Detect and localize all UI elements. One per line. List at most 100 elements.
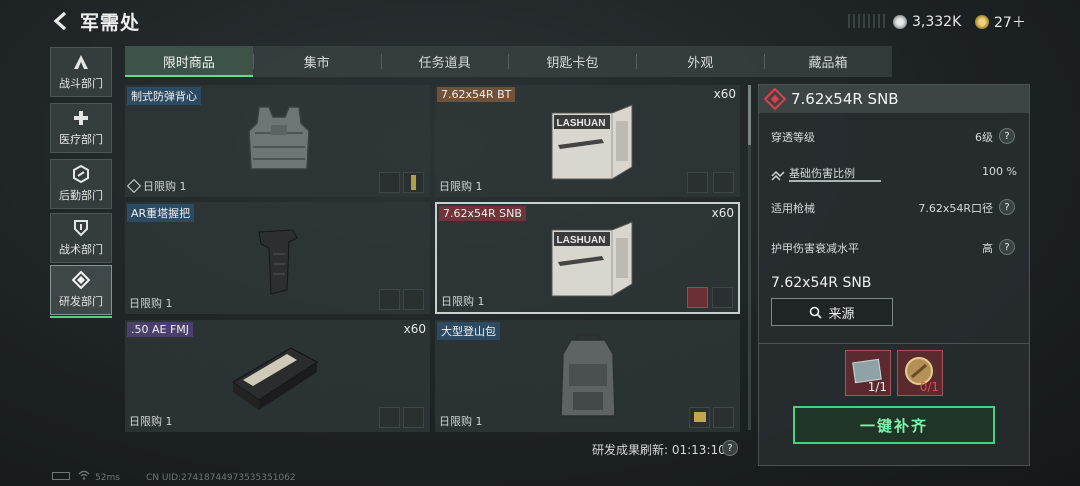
nav-combat[interactable]: 战斗部门: [50, 47, 112, 97]
required-material-2[interactable]: 0/1: [897, 350, 943, 396]
backpack-icon: [560, 334, 616, 417]
material-slot[interactable]: [379, 172, 400, 193]
ammo-box-icon: LASHUAN: [551, 221, 633, 297]
damage-bar: [789, 180, 881, 182]
item-quantity: x60: [711, 206, 734, 220]
logistics-icon: [73, 165, 89, 183]
page-title: 军需处: [80, 12, 141, 34]
help-icon[interactable]: ?: [999, 239, 1015, 255]
item-card-50ae[interactable]: .50 AE FMJ x60 日限购 1: [125, 320, 430, 432]
item-quantity: x60: [713, 87, 736, 101]
daily-limit-text: 日限购 1: [439, 415, 483, 428]
stat-label: 基础伤害比例: [789, 167, 855, 180]
nav-tactical[interactable]: 战术部门: [50, 213, 112, 263]
decor-stripes: [848, 14, 888, 28]
item-name: 7.62x54R BT: [437, 87, 516, 102]
material-slot[interactable]: [687, 172, 708, 193]
coin-icon: [893, 15, 907, 29]
material-slot[interactable]: [403, 407, 424, 428]
combat-icon: [74, 55, 88, 69]
tab-quest-items[interactable]: 任务道具: [380, 46, 509, 77]
tab-collection-box[interactable]: 藏品箱: [764, 46, 892, 77]
grid-scrollbar[interactable]: [748, 85, 751, 430]
material-slot[interactable]: [689, 407, 710, 428]
ping-text: 52ms: [95, 473, 120, 483]
battery-icon: [52, 472, 70, 483]
material-slot[interactable]: [403, 289, 424, 310]
item-card-762-snb[interactable]: 7.62x54R SNB x60 LASHUAN 日限购 1: [435, 202, 740, 314]
uid-text: CN UID:274187449735353510​62: [146, 473, 296, 483]
stat-value: 6级: [975, 131, 993, 144]
item-detail-panel: 7.62x54R SNB 穿透等级 6级 ? 基础伤害比例 100 % 适用枪械…: [758, 84, 1030, 466]
ammo-box-icon: [232, 347, 318, 410]
nav-logistics[interactable]: 后勤部门: [50, 159, 112, 209]
tab-keycards[interactable]: 钥匙卡包: [508, 46, 636, 77]
material-count: 1/1: [867, 380, 887, 394]
box-brand: LASHUAN: [557, 118, 606, 129]
no-trade-icon: [126, 178, 142, 194]
currency-tokens[interactable]: 27＋: [975, 12, 1026, 32]
material-slot[interactable]: [403, 172, 424, 193]
stat-value: 7.62x54R口径: [918, 202, 993, 215]
currency-coins-value: 3,332K: [912, 14, 962, 30]
help-icon[interactable]: ?: [722, 440, 738, 456]
nav-label: 战术部门: [59, 243, 103, 256]
stat-value: 高: [982, 242, 993, 255]
item-name: 大型登山包: [437, 322, 500, 340]
item-card-backpack[interactable]: 大型登山包 日限购 1: [435, 320, 740, 432]
item-name: 制式防弹背心: [127, 87, 201, 105]
body-armor-icon: [248, 106, 310, 170]
tab-cosmetics[interactable]: 外观: [636, 46, 764, 77]
material-slot-missing[interactable]: [687, 287, 708, 308]
research-icon: [72, 271, 90, 289]
auto-fill-button[interactable]: 一键补齐: [793, 406, 995, 444]
panel-title: 7.62x54R SNB: [791, 90, 899, 108]
stat-label: 护甲伤害衰减水平: [771, 242, 859, 255]
daily-limit-text: 日限购 1: [439, 180, 483, 193]
daily-limit-text: 日限购 1: [129, 297, 173, 310]
stat-value: 100 %: [982, 165, 1017, 178]
item-name: 7.62x54R SNB: [439, 206, 526, 221]
nav-label: 研发部门: [59, 295, 103, 308]
token-icon: [975, 15, 989, 29]
daily-limit-text: 日限购 1: [143, 180, 187, 193]
nav-label: 战斗部门: [59, 77, 103, 90]
pistol-grip-icon: [258, 229, 298, 295]
ammo-box-icon: LASHUAN: [551, 104, 633, 180]
category-tabs: 限时商品 集市 任务道具 钥匙卡包 外观 藏品箱: [125, 46, 892, 77]
tab-market[interactable]: 集市: [252, 46, 381, 77]
material-slot[interactable]: [713, 407, 734, 428]
tactical-shield-icon: [74, 220, 88, 237]
material-slot[interactable]: [712, 287, 733, 308]
material-slot[interactable]: [379, 289, 400, 310]
source-label: 来源: [828, 306, 855, 322]
nav-medical[interactable]: 医疗部门: [50, 103, 112, 153]
stat-compatible-guns: 适用枪械 7.62x54R口径 ?: [771, 196, 1017, 220]
item-name: AR重塔握把: [127, 204, 195, 222]
material-slot[interactable]: [379, 407, 400, 428]
item-card-762-bt[interactable]: 7.62x54R BT x60 LASHUAN 日限购 1: [435, 85, 740, 197]
material-count: 0/1: [919, 380, 939, 394]
medical-cross-icon: [74, 111, 88, 125]
help-icon[interactable]: ?: [999, 128, 1015, 144]
help-icon[interactable]: ?: [999, 199, 1015, 215]
nav-research[interactable]: 研发部门: [50, 265, 112, 318]
material-slot[interactable]: [713, 172, 734, 193]
item-quantity: x60: [403, 322, 426, 336]
currency-tokens-value: 27＋: [994, 15, 1026, 31]
item-card-grip[interactable]: AR重塔握把 日限购 1: [125, 202, 430, 314]
daily-limit-text: 日限购 1: [441, 295, 485, 308]
daily-limit-text: 日限购 1: [129, 415, 173, 428]
item-card-vest[interactable]: 制式防弹背心 日限购 1: [125, 85, 430, 197]
stat-label: 适用枪械: [771, 202, 815, 215]
wifi-icon: [78, 470, 90, 483]
source-button[interactable]: 来源: [771, 298, 893, 326]
divider: [759, 343, 1029, 344]
stat-armor-damage: 护甲伤害衰减水平 高 ?: [771, 236, 1017, 260]
tab-limited[interactable]: 限时商品: [125, 46, 253, 77]
refresh-timer: 研发成果刷新: 01:13:10: [592, 443, 726, 457]
search-icon: [810, 306, 823, 319]
daily-limit: 日限购 1: [126, 178, 187, 194]
back-arrow-icon[interactable]: [50, 10, 72, 32]
required-material-1[interactable]: 1/1: [845, 350, 891, 396]
